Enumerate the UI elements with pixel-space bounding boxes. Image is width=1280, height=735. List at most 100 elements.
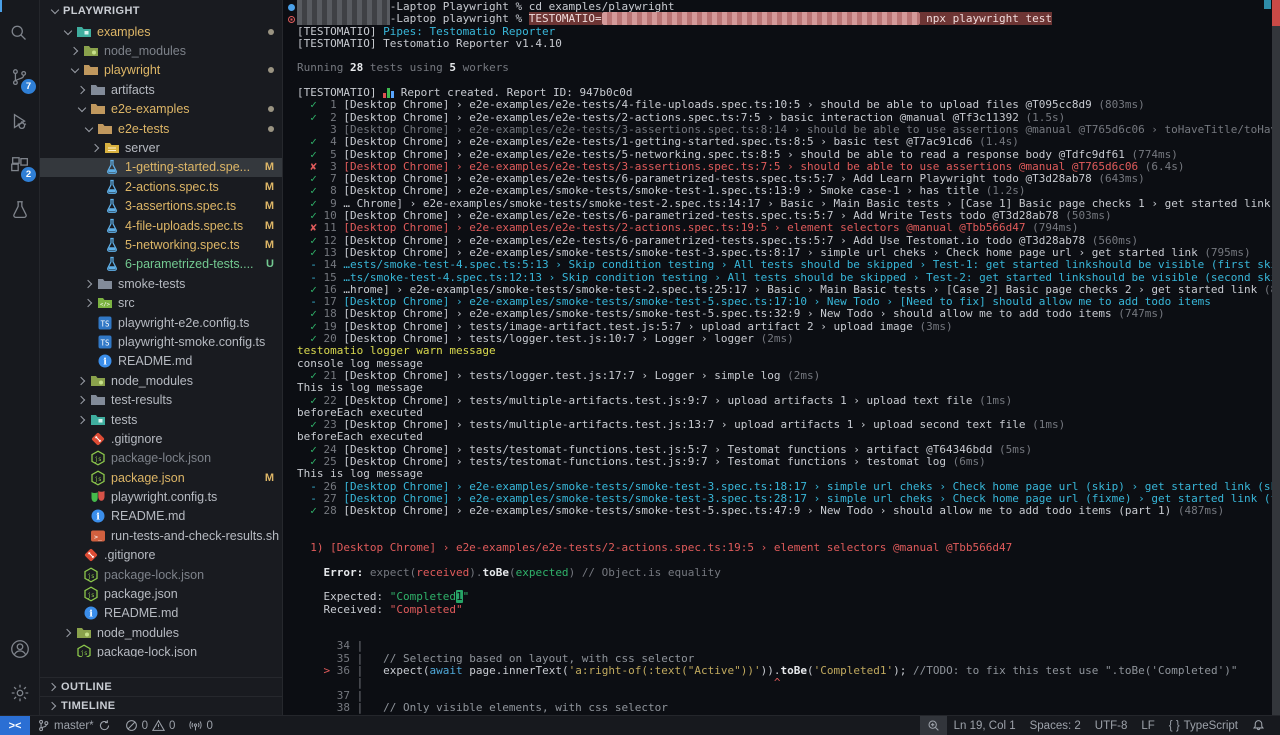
chevron-right-icon <box>46 699 60 713</box>
tree-item-test-results[interactable]: test-results <box>40 390 282 409</box>
tree-item-package.json[interactable]: jspackage.json <box>40 584 282 603</box>
file-label: 3-assertions.spec.ts <box>125 199 261 213</box>
file-label: README.md <box>111 509 282 523</box>
info-icon: i <box>90 508 106 524</box>
testing-activity-button[interactable] <box>0 188 40 232</box>
tree-item-server[interactable]: server <box>40 138 282 157</box>
git-branch-item[interactable]: master* <box>30 716 118 735</box>
chevron-right-icon <box>82 277 96 291</box>
activity-bar-bottom <box>0 627 40 715</box>
svg-text:js: js <box>87 592 95 599</box>
tree-item-3-assertions.spec.ts[interactable]: 3-assertions.spec.tsM <box>40 197 282 216</box>
tree-item-6-parametrized-tests....[interactable]: 6-parametrized-tests....U <box>40 255 282 274</box>
tree-item-1-getting-started.spe...[interactable]: 1-getting-started.spe...M <box>40 158 282 177</box>
chevron-spacer <box>75 432 89 446</box>
git-icon <box>90 431 106 447</box>
source-control-activity-button[interactable]: 7 <box>0 56 40 100</box>
language-mode[interactable]: { } TypeScript <box>1162 716 1245 735</box>
tree-item-examples[interactable]: examples <box>40 22 282 41</box>
modified-dot-badge <box>268 126 274 132</box>
run-debug-activity-button[interactable] <box>0 100 40 144</box>
git-branch-icon <box>37 719 50 732</box>
timeline-section-header[interactable]: TIMELINE <box>40 696 282 715</box>
settings-gear-button[interactable] <box>0 671 40 715</box>
chevron-spacer <box>89 257 103 271</box>
chevron-spacer <box>89 238 103 252</box>
npm-icon: js <box>90 450 106 466</box>
terminal-line: ✓ 22 [Desktop Chrome] › tests/multiple-a… <box>297 395 1270 407</box>
tree-item-playwright-e2e.config.ts[interactable]: TSplaywright-e2e.config.ts <box>40 313 282 332</box>
svg-text:i: i <box>103 357 107 368</box>
eol-setting[interactable]: LF <box>1134 716 1161 735</box>
tree-item-readme.md[interactable]: iREADME.md <box>40 352 282 371</box>
tree-item-readme.md[interactable]: i README.md <box>40 507 282 526</box>
project-section-header[interactable]: PLAYWRIGHT <box>40 0 282 22</box>
badge-count: 2 <box>21 167 36 182</box>
tree-item-5-networking.spec.ts[interactable]: 5-networking.spec.tsM <box>40 235 282 254</box>
zoom-indicator[interactable] <box>920 716 947 735</box>
file-label: 2-actions.spec.ts <box>125 180 261 194</box>
tree-item-e2e-tests[interactable]: e2e-tests <box>40 119 282 138</box>
tree-item-package-lock.json[interactable]: js package-lock.json <box>40 449 282 468</box>
file-label: src <box>118 296 282 310</box>
file-label: package-lock.json <box>111 451 282 465</box>
tree-item-package-lock.json[interactable]: jspackage-lock.json <box>40 565 282 584</box>
modified-dot-badge <box>268 106 274 112</box>
file-label: README.md <box>104 606 282 620</box>
tree-item-node-modules[interactable]: node_modules <box>40 41 282 60</box>
tree-item-smoke-tests[interactable]: smoke-tests <box>40 274 282 293</box>
flask-icon <box>104 237 120 253</box>
file-label: .gitignore <box>111 432 282 446</box>
outline-section-header[interactable]: OUTLINE <box>40 677 282 696</box>
search-activity-button[interactable] <box>0 12 40 56</box>
tree-item-4-file-uploads.spec.ts[interactable]: 4-file-uploads.spec.tsM <box>40 216 282 235</box>
status-bar-right: Ln 19, Col 1 Spaces: 2 UTF-8 LF { } Type… <box>920 716 1280 735</box>
terminal-panel[interactable]: -Laptop Playwright % cd examples/playwri… <box>284 0 1280 715</box>
tree-item-package.json[interactable]: jspackage.jsonM <box>40 468 282 487</box>
testing-icon <box>9 199 31 221</box>
svg-text:i: i <box>96 512 100 523</box>
remote-indicator[interactable]: >< <box>0 716 30 735</box>
sync-icon <box>98 719 111 732</box>
command-error-decoration-icon[interactable] <box>288 16 295 23</box>
tree-item-playwright.config.ts[interactable]: playwright.config.ts <box>40 487 282 506</box>
encoding-setting[interactable]: UTF-8 <box>1088 716 1135 735</box>
terminal-scrollbar[interactable] <box>1272 0 1280 715</box>
account-button[interactable] <box>0 627 40 671</box>
tree-item-e2e-examples[interactable]: e2e-examples <box>40 100 282 119</box>
ts-icon: TS <box>97 315 113 331</box>
extensions-activity-button[interactable]: 2 <box>0 144 40 188</box>
tree-item-tests[interactable]: tests <box>40 410 282 429</box>
git-status-badge: U <box>266 258 274 270</box>
tree-item-playwright[interactable]: playwright <box>40 61 282 80</box>
chevron-spacer <box>61 645 75 657</box>
explorer-icon[interactable] <box>0 0 40 12</box>
ports-count: 0 <box>206 720 212 732</box>
tree-item-package-lock.json[interactable]: jspackage-lock.json <box>40 643 282 658</box>
tree-item-.gitignore[interactable]: .gitignore <box>40 546 282 565</box>
ports-item[interactable]: 0 <box>182 716 219 735</box>
warning-count: 0 <box>169 720 175 732</box>
tree-item-node-modules[interactable]: node_modules <box>40 623 282 642</box>
vscode-window: 72 PLAYWRIGHT examplesnode_modulesplaywr… <box>0 0 1280 735</box>
chevron-spacer <box>89 199 103 213</box>
tree-item-2-actions.spec.ts[interactable]: 2-actions.spec.tsM <box>40 177 282 196</box>
command-success-decoration-icon[interactable] <box>288 4 295 11</box>
tree-item-playwright-smoke.config.ts[interactable]: TSplaywright-smoke.config.ts <box>40 332 282 351</box>
tree-item-.gitignore[interactable]: .gitignore <box>40 429 282 448</box>
tree-item-src[interactable]: </>src <box>40 293 282 312</box>
tree-item-artifacts[interactable]: artifacts <box>40 80 282 99</box>
git-status-badge: M <box>265 161 274 173</box>
language-label: TypeScript <box>1184 720 1238 732</box>
problems-item[interactable]: 0 0 <box>118 716 183 735</box>
terminal-line: Running 28 tests using 5 workers <box>297 62 1270 74</box>
cursor-position[interactable]: Ln 19, Col 1 <box>947 716 1023 735</box>
indentation-setting[interactable]: Spaces: 2 <box>1023 716 1088 735</box>
notifications-item[interactable] <box>1245 716 1272 735</box>
chevron-spacer <box>68 587 82 601</box>
git-icon <box>83 547 99 563</box>
tree-item-readme.md[interactable]: iREADME.md <box>40 604 282 623</box>
tree-item-node-modules[interactable]: node_modules <box>40 371 282 390</box>
tree-item-run-tests-and-check-results.sh[interactable]: >_run-tests-and-check-results.sh <box>40 526 282 545</box>
file-label: package-lock.json <box>104 568 282 582</box>
